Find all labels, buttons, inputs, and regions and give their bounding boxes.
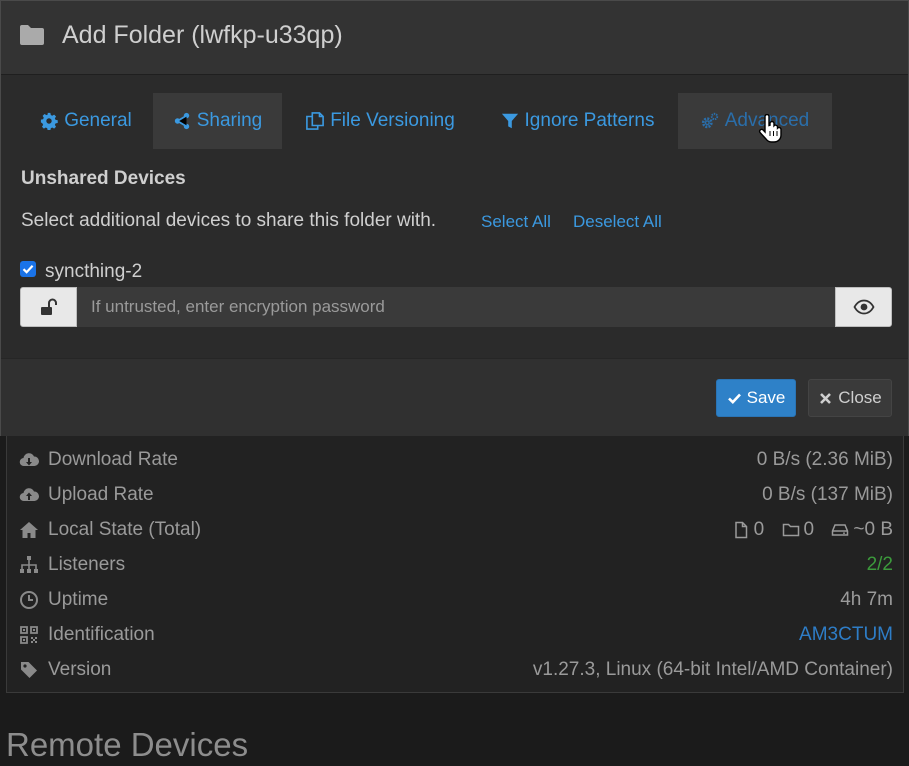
tab-ignore-patterns[interactable]: Ignore Patterns [479,93,676,149]
device-label[interactable]: syncthing-2 [45,261,142,283]
untrusted-toggle-button[interactable] [20,287,77,327]
local-state-values: 0 0 ~0 B [720,519,893,545]
stat-value: 0 B/s (2.36 MiB) [756,449,893,470]
stat-label: Local State (Total) [48,519,202,540]
tab-file-versioning[interactable]: File Versioning [284,93,477,149]
folder-count-value: 0 [803,519,815,540]
folder-outline-icon [782,523,799,537]
share-instructions: Select additional devices to share this … [21,210,437,231]
save-label: Save [746,388,786,407]
tab-label: Ignore Patterns [524,110,655,131]
show-password-button[interactable] [835,287,892,327]
stat-value: 0 B/s (137 MiB) [762,484,893,505]
tab-label: File Versioning [330,110,455,131]
tab-label: General [64,110,132,131]
home-icon [19,520,39,540]
eye-icon [852,299,875,315]
stat-label: Download Rate [48,449,178,470]
tab-sharing[interactable]: Sharing [153,93,282,149]
stat-row-version: Version v1.27.3, Linux (64-bit Intel/AMD… [7,653,903,688]
local-size-value: ~0 B [853,519,893,540]
section-title: Unshared Devices [21,168,186,189]
device-id-link[interactable]: AM3CTUM [799,624,893,646]
deselect-all-link[interactable]: Deselect All [573,212,662,232]
stat-row-identification: Identification AM3CTUM [7,618,903,653]
stat-value: 4h 7m [840,589,893,610]
stat-row-listeners: Listeners 2/2 [7,548,903,583]
unlock-icon [40,298,57,315]
stat-label: Version [48,659,112,680]
close-button[interactable]: Close [808,379,892,417]
folder-icon [19,24,45,46]
tag-icon [19,660,39,680]
cloud-upload-icon [19,485,39,505]
stat-label: Listeners [48,554,126,575]
filter-icon [501,113,518,129]
save-button[interactable]: Save [716,379,796,417]
stat-row-uptime: Uptime 4h 7m [7,583,903,618]
remote-devices-heading: Remote Devices [6,726,249,763]
local-size: ~0 B [831,519,893,541]
select-all-link[interactable]: Select All [481,212,551,232]
stat-value: v1.27.3, Linux (64-bit Intel/AMD Contain… [532,659,893,680]
stat-value: 2/2 [866,554,893,575]
qrcode-icon [19,625,39,645]
modal-title: Add Folder (lwfkp-u33qp) [62,21,343,49]
stat-label: Identification [48,624,155,645]
folder-count: 0 [782,519,815,541]
share-icon [174,112,189,130]
gears-icon [701,112,718,129]
close-icon [820,392,832,404]
tab-general[interactable]: General [21,93,151,149]
cloud-download-icon [19,450,39,470]
tab-advanced[interactable]: Advanced [678,93,832,149]
gear-icon [41,112,58,130]
file-icon [734,521,747,539]
close-label: Close [838,388,882,407]
sitemap-icon [19,555,39,575]
hdd-icon [832,524,849,536]
file-count-value: 0 [753,519,765,540]
encryption-password-input[interactable] [77,287,835,327]
stat-row-upload-rate: Upload Rate 0 B/s (137 MiB) [7,478,903,513]
this-device-panel: Download Rate 0 B/s (2.36 MiB) Upload Ra… [6,436,904,693]
modal-header: Add Folder (lwfkp-u33qp) [1,1,908,75]
tab-label: Sharing [196,110,263,131]
device-checkbox[interactable] [20,261,36,277]
add-folder-modal: Add Folder (lwfkp-u33qp) General Sharing… [0,0,909,436]
clock-icon [19,590,39,610]
hand-pointer-cursor-icon [757,114,783,144]
stat-row-download-rate: Download Rate 0 B/s (2.36 MiB) [7,443,903,478]
stat-label: Uptime [48,589,109,610]
file-count: 0 [732,519,765,541]
copy-icon [306,112,325,130]
stat-row-local-state: Local State (Total) 0 0 ~0 B [7,513,903,548]
stat-label: Upload Rate [48,484,154,505]
check-icon [727,393,741,404]
checkmark-icon [22,265,34,274]
